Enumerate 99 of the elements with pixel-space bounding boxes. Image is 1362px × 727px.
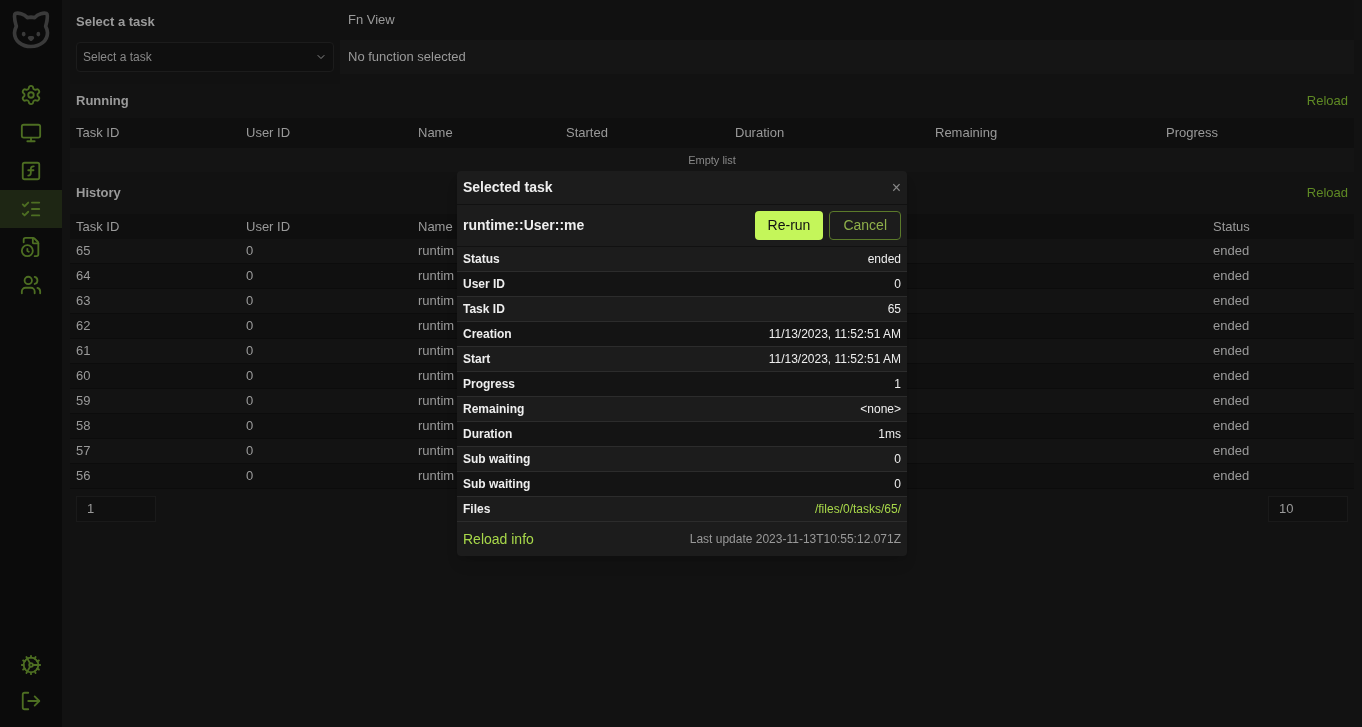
empty-message: Empty list xyxy=(688,152,736,168)
table-cell: 56 xyxy=(76,468,91,484)
users-icon xyxy=(20,274,42,296)
panel-title: Select a task xyxy=(76,13,156,31)
table-cell: 59 xyxy=(76,393,91,409)
table-cell: runtim xyxy=(418,393,455,409)
last-update-text: Last update 2023-11-13T10:55:12.071Z xyxy=(689,531,901,548)
table-cell: ended xyxy=(1213,343,1250,359)
column-header: Name xyxy=(418,125,453,141)
field-value: <none> xyxy=(860,401,901,418)
table-cell: 63 xyxy=(76,293,91,309)
table-cell: ended xyxy=(1213,268,1250,284)
field-value: 1 xyxy=(894,376,901,393)
table-cell: 0 xyxy=(246,418,254,434)
field-label: Duration xyxy=(463,426,513,443)
monitor-icon xyxy=(20,122,42,144)
panel-title: Fn View xyxy=(348,11,395,30)
page-field[interactable]: 1 xyxy=(76,496,156,522)
reload-link[interactable]: Reload xyxy=(1306,91,1348,111)
field-label: Progress xyxy=(463,376,516,393)
table-cell: 0 xyxy=(246,318,254,334)
files-link[interactable]: /files/0/tasks/65/ xyxy=(814,500,901,518)
table-cell: 0 xyxy=(246,343,254,359)
table-cell: runtim xyxy=(418,268,455,284)
table-cell: ended xyxy=(1213,393,1250,409)
column-header: User ID xyxy=(246,125,291,141)
table-cell: runtim xyxy=(418,318,455,334)
cancel-button[interactable]: Cancel xyxy=(829,211,901,240)
field-label: Remaining xyxy=(463,401,525,418)
gear-icon xyxy=(20,84,42,106)
table-cell: ended xyxy=(1213,468,1250,484)
field-value: 0 xyxy=(894,451,901,468)
column-header: Progress xyxy=(1166,125,1219,141)
section-title: History xyxy=(76,184,121,203)
rerun-button[interactable]: Re-run xyxy=(754,211,824,240)
table-cell: runtim xyxy=(418,468,455,484)
table-cell: 57 xyxy=(76,443,91,459)
table-cell: 60 xyxy=(76,368,91,384)
table-cell: 0 xyxy=(246,393,254,409)
table-cell: 0 xyxy=(246,293,254,309)
column-header: Duration xyxy=(735,125,785,141)
field-value: 11/13/2023, 11:52:51 AM xyxy=(768,326,901,343)
table-cell: 0 xyxy=(246,243,254,259)
dialog-title: Selected task xyxy=(463,178,553,197)
field-label: Files xyxy=(463,501,491,518)
table-cell: 61 xyxy=(76,343,91,359)
column-header: User ID xyxy=(246,218,291,234)
column-header: Started xyxy=(566,125,608,141)
field-label: Start xyxy=(463,351,491,368)
table-cell: runtim xyxy=(418,293,455,309)
table-cell: ended xyxy=(1213,318,1250,334)
table-cell: runtim xyxy=(418,418,455,434)
table-cell: runtim xyxy=(418,243,455,259)
field-value: 0 xyxy=(894,476,901,493)
field-label: Sub waiting xyxy=(463,476,531,493)
table-cell: 0 xyxy=(246,468,254,484)
function-icon xyxy=(20,160,42,182)
table-cell: ended xyxy=(1213,418,1250,434)
reload-link[interactable]: Reload xyxy=(1306,183,1348,203)
table-cell: 0 xyxy=(246,443,254,459)
field-value: 65 xyxy=(887,301,901,318)
page-size-field[interactable]: 10 xyxy=(1268,496,1348,522)
field-label: User ID xyxy=(463,276,506,293)
settings-icon xyxy=(20,654,42,676)
column-header: Task ID xyxy=(76,125,120,141)
table-cell: 0 xyxy=(246,268,254,284)
close-button[interactable]: × xyxy=(891,175,901,200)
table-cell: runtim xyxy=(418,443,455,459)
sidebar-item[interactable] xyxy=(0,190,62,228)
field-label: Task ID xyxy=(463,301,505,318)
table-cell: 64 xyxy=(76,268,91,284)
table-cell: 0 xyxy=(246,368,254,384)
table-cell: ended xyxy=(1213,443,1250,459)
file-clock-icon xyxy=(20,236,42,258)
empty-message: No function selected xyxy=(348,48,466,67)
table-cell: 65 xyxy=(76,243,91,259)
table-cell: ended xyxy=(1213,243,1250,259)
field-label: Status xyxy=(463,251,500,268)
column-header: Status xyxy=(1213,218,1250,234)
field-label: Sub waiting xyxy=(463,451,531,468)
column-header: Remaining xyxy=(935,125,998,141)
logout-icon xyxy=(20,690,42,712)
task-name: runtime::User::me xyxy=(463,216,585,235)
field-label: Creation xyxy=(463,326,512,343)
table-cell: ended xyxy=(1213,293,1250,309)
table-cell: 58 xyxy=(76,418,91,434)
table-cell: ended xyxy=(1213,368,1250,384)
field-value: 11/13/2023, 11:52:51 AM xyxy=(768,351,901,368)
section-title: Running xyxy=(76,92,129,111)
reload-info-link[interactable]: Reload info xyxy=(463,528,534,550)
table-cell: runtim xyxy=(418,368,455,384)
table-cell: runtim xyxy=(418,343,455,359)
field-value: 1ms xyxy=(878,426,901,443)
column-header: Name xyxy=(418,218,453,234)
column-header: Task ID xyxy=(76,218,120,234)
task-select[interactable]: Select a task xyxy=(76,41,334,72)
table-cell: 62 xyxy=(76,318,91,334)
field-value: ended xyxy=(867,251,901,268)
field-value: 0 xyxy=(894,276,901,293)
